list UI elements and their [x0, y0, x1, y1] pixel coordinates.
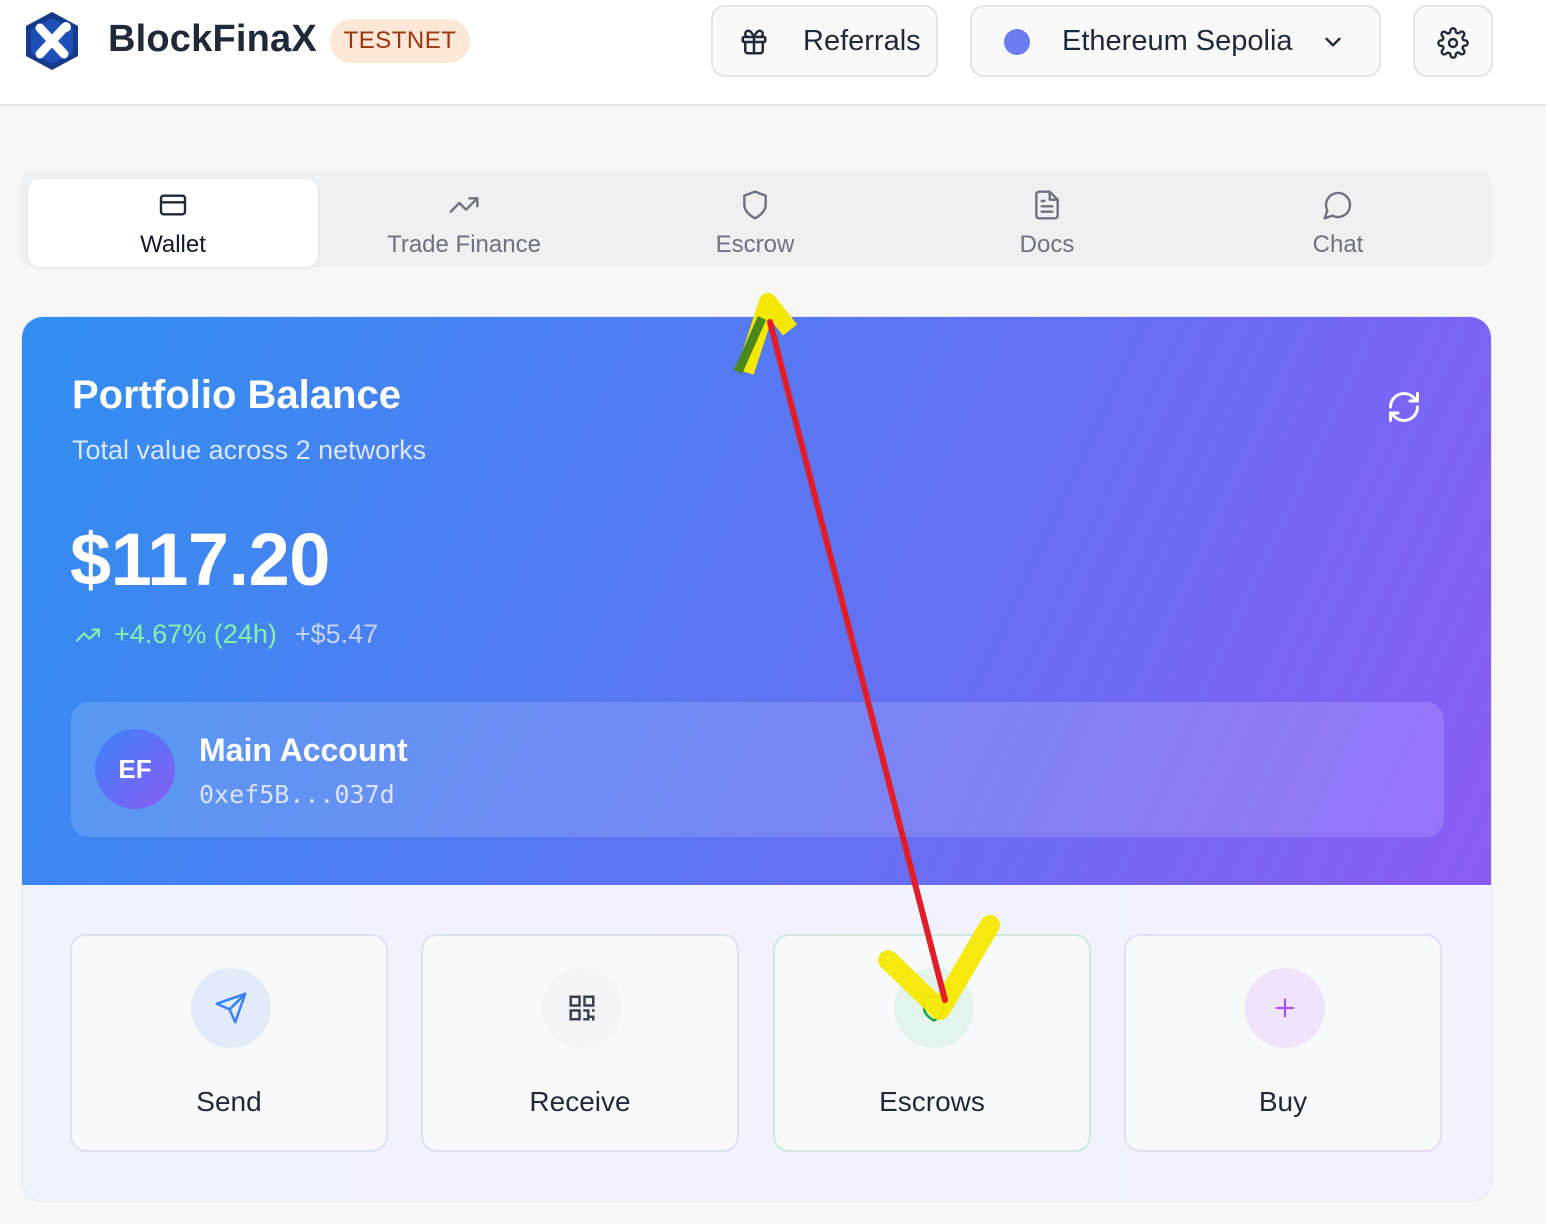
network-selector[interactable]: Ethereum Sepolia — [970, 5, 1381, 77]
plus-icon — [1275, 998, 1295, 1018]
trending-up-icon — [449, 197, 479, 213]
send-icon — [215, 992, 247, 1024]
app-header: BlockFinaX TESTNET Referrals Ethereum Se… — [0, 0, 1546, 105]
change-amount: +$5.47 — [294, 619, 379, 649]
send-button[interactable]: Send — [70, 934, 388, 1152]
tab-label: Docs — [1019, 231, 1075, 258]
trending-up-icon — [76, 628, 100, 641]
tab-label: Wallet — [140, 231, 206, 258]
network-status-dot — [1004, 29, 1030, 55]
qr-code-icon — [569, 995, 595, 1021]
refresh-icon[interactable] — [1386, 389, 1422, 425]
gift-icon — [741, 29, 767, 55]
chat-bubble-icon — [1323, 191, 1352, 220]
tab-trade-finance[interactable]: Trade Finance — [319, 179, 609, 267]
referrals-label: Referrals — [803, 25, 921, 57]
action-label: Receive — [529, 1086, 631, 1117]
send-icon-wrap — [191, 968, 271, 1048]
network-label: Ethereum Sepolia — [1062, 25, 1293, 57]
action-label: Buy — [1258, 1086, 1308, 1117]
account-summary[interactable]: EF Main Account 0xef5B...037d — [71, 702, 1444, 837]
referrals-button[interactable]: Referrals — [711, 5, 938, 77]
main-tabs: Wallet Trade Finance Escrow Docs Chat — [20, 171, 1492, 267]
action-label: Send — [196, 1086, 262, 1117]
action-label: Escrows — [879, 1086, 985, 1117]
balance-change: +4.67% (24h) +$5.47 — [72, 619, 378, 650]
blockfinax-logo[interactable] — [22, 10, 82, 72]
receive-button[interactable]: Receive — [421, 934, 739, 1152]
portfolio-hero: Portfolio Balance Total value across 2 n… — [22, 317, 1491, 885]
avatar: EF — [95, 729, 175, 809]
tab-docs[interactable]: Docs — [902, 179, 1192, 267]
shield-icon — [922, 994, 946, 1022]
portfolio-title: Portfolio Balance — [72, 373, 401, 417]
shield-icon — [743, 190, 767, 220]
escrows-icon-wrap — [894, 968, 974, 1048]
tab-chat[interactable]: Chat — [1193, 179, 1483, 267]
account-address: 0xef5B...037d — [199, 780, 395, 809]
portfolio-subtitle: Total value across 2 networks — [72, 435, 427, 465]
escrows-button[interactable]: Escrows — [773, 934, 1091, 1152]
tab-label: Trade Finance — [387, 231, 541, 258]
buy-button[interactable]: Buy — [1124, 934, 1442, 1152]
settings-button[interactable] — [1413, 5, 1493, 77]
gear-icon — [1437, 27, 1469, 59]
portfolio-balance: $117.20 — [70, 518, 330, 601]
tab-wallet[interactable]: Wallet — [28, 179, 318, 267]
account-name: Main Account — [199, 732, 408, 768]
testnet-badge: TESTNET — [330, 19, 470, 63]
buy-icon-wrap — [1245, 968, 1325, 1048]
portfolio-card: Portfolio Balance Total value across 2 n… — [21, 316, 1492, 1202]
brand-name: BlockFinaX — [108, 18, 317, 60]
change-percent: +4.67% (24h) — [114, 619, 277, 649]
chevron-down-icon — [1325, 37, 1341, 47]
document-icon — [1035, 190, 1059, 220]
card-icon — [159, 194, 187, 216]
tab-escrow[interactable]: Escrow — [610, 179, 900, 267]
tab-label: Escrow — [715, 231, 795, 258]
receive-icon-wrap — [542, 968, 622, 1048]
tab-label: Chat — [1312, 231, 1364, 258]
